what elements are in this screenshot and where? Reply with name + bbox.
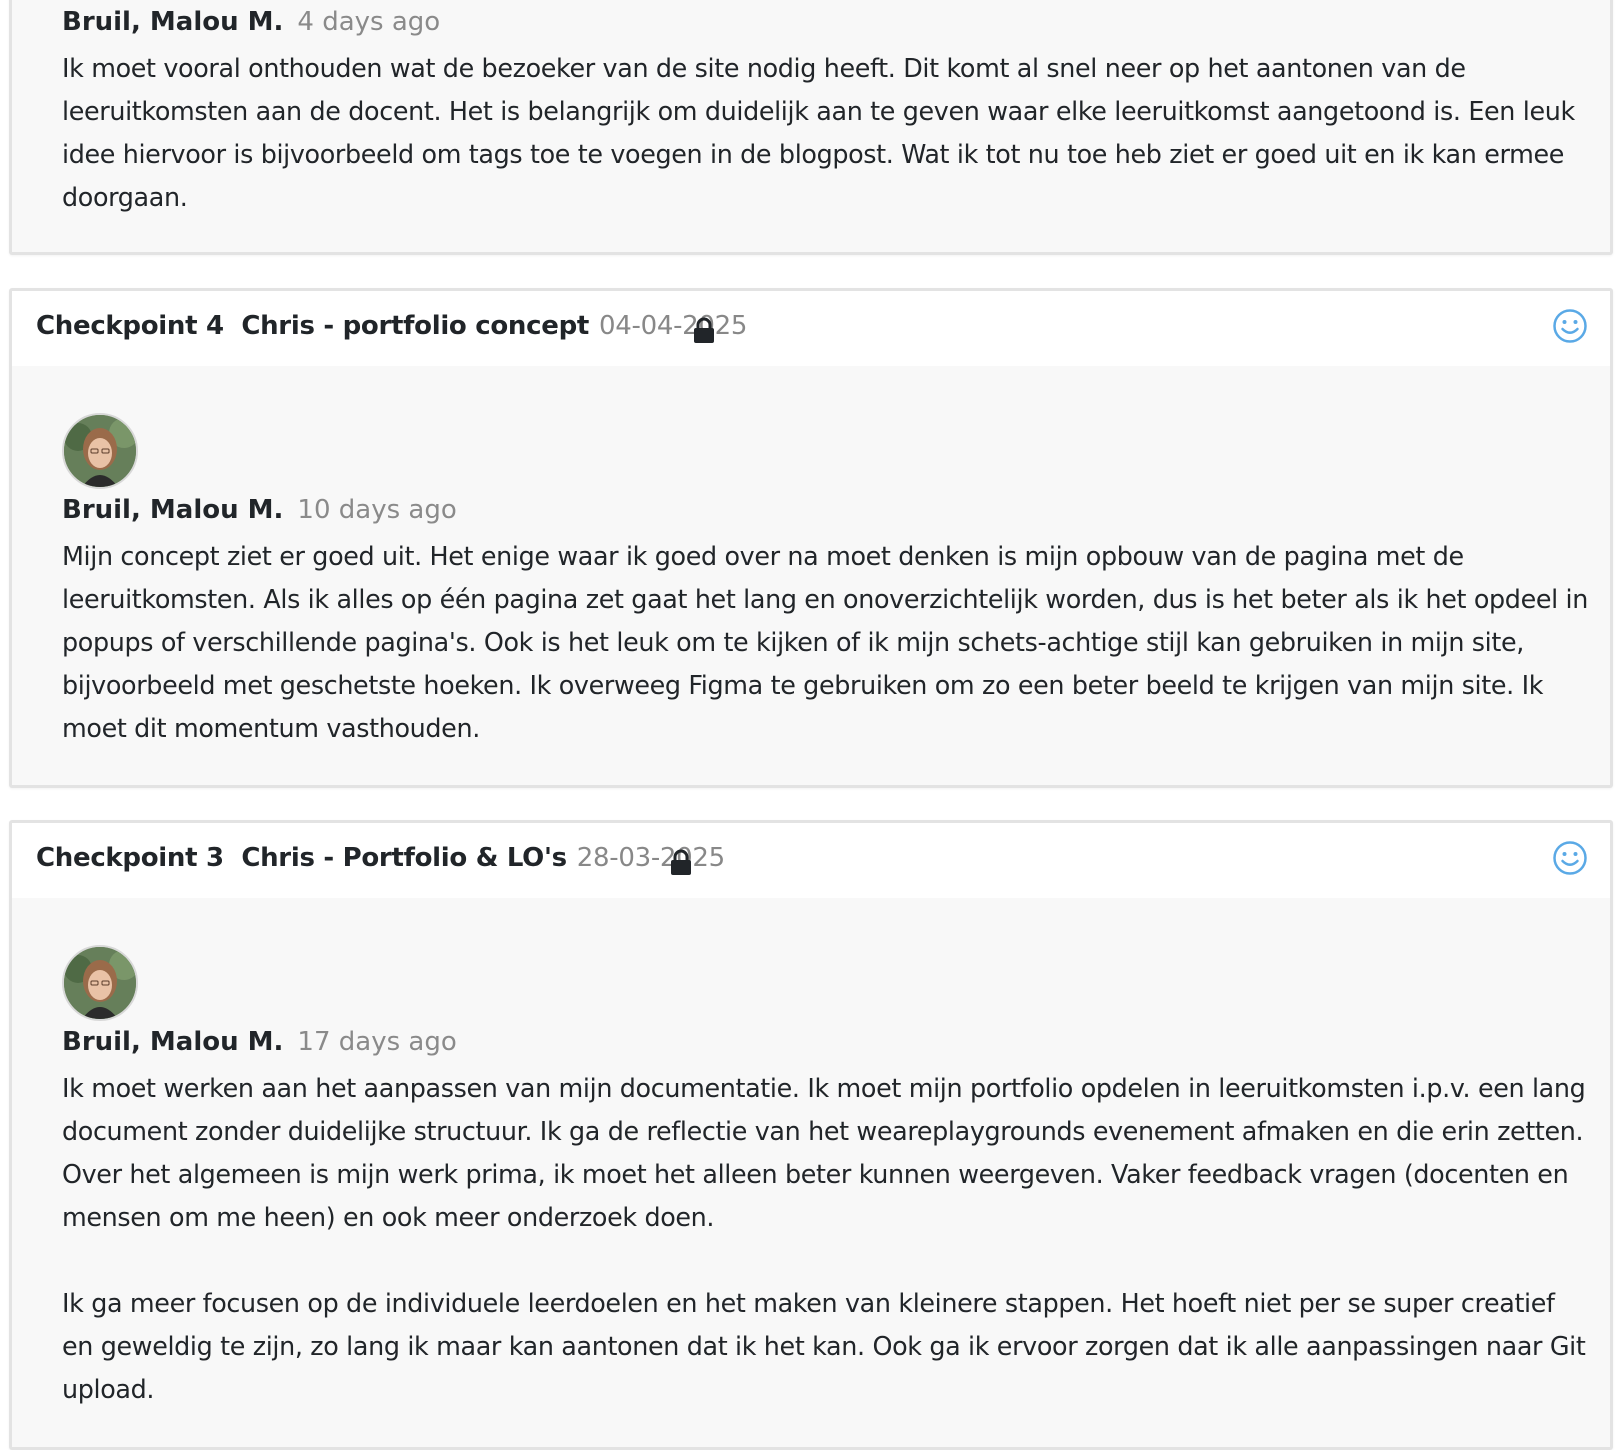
checkpoint-name: Chris - Portfolio & LO's	[241, 843, 567, 873]
checkpoint-name: Chris - portfolio concept	[241, 311, 590, 341]
avatar	[62, 945, 138, 1021]
lock-icon	[671, 849, 691, 875]
checkpoint-card: Bruil, Malou M. 4 days ago Ik moet vooral…	[9, 0, 1613, 255]
feedback-paragraph: Mijn concept ziet er goed uit. Het enige…	[62, 541, 1588, 743]
checkpoint-date: 28-03-2025	[576, 843, 725, 873]
lock-icon	[694, 317, 714, 343]
checkpoint-title: Checkpoint 4 Chris - portfolio concept 04…	[36, 311, 747, 341]
checkpoint-card: Checkpoint 4 Chris - portfolio concept 04…	[9, 288, 1613, 788]
checkpoint-header: Checkpoint 3 Chris - Portfolio & LO's 28-…	[12, 823, 1610, 898]
smiley-icon[interactable]	[1552, 308, 1588, 344]
feedback-text: Ik moet werken aan het aanpassen van mij…	[62, 1067, 1592, 1411]
time-ago: 4 days ago	[297, 7, 441, 37]
feedback-text: Mijn concept ziet er goed uit. Het enige…	[62, 535, 1592, 750]
author-name: Bruil, Malou M.	[62, 7, 284, 37]
checkpoint-card: Checkpoint 3 Chris - Portfolio & LO's 28-…	[9, 820, 1613, 1450]
checkpoint-date: 04-04-2025	[599, 311, 748, 341]
author-name: Bruil, Malou M.	[62, 1027, 284, 1057]
checkpoint-header: Checkpoint 4 Chris - portfolio concept 04…	[12, 291, 1610, 366]
checkpoint-title: Checkpoint 3 Chris - Portfolio & LO's 28-…	[36, 843, 725, 873]
feedback-author: Bruil, Malou M. 4 days ago	[62, 7, 440, 37]
feedback-paragraph: Ik moet vooral onthouden wat de bezoeker…	[62, 53, 1575, 212]
feedback-text: Ik moet vooral onthouden wat de bezoeker…	[62, 47, 1592, 219]
checkpoint-number: Checkpoint 3	[36, 843, 224, 873]
time-ago: 10 days ago	[297, 495, 457, 525]
feedback-paragraph: Ik moet werken aan het aanpassen van mij…	[62, 1073, 1586, 1232]
avatar	[62, 413, 138, 489]
avatar-image	[64, 415, 136, 487]
feedback-paragraph: Ik ga meer focusen op de individuele lee…	[62, 1288, 1586, 1404]
author-name: Bruil, Malou M.	[62, 495, 284, 525]
checkpoint-number: Checkpoint 4	[36, 311, 224, 341]
feedback-author: Bruil, Malou M. 10 days ago	[62, 495, 457, 525]
time-ago: 17 days ago	[297, 1027, 457, 1057]
feedback-author: Bruil, Malou M. 17 days ago	[62, 1027, 457, 1057]
smiley-icon[interactable]	[1552, 840, 1588, 876]
avatar-image	[64, 947, 136, 1019]
